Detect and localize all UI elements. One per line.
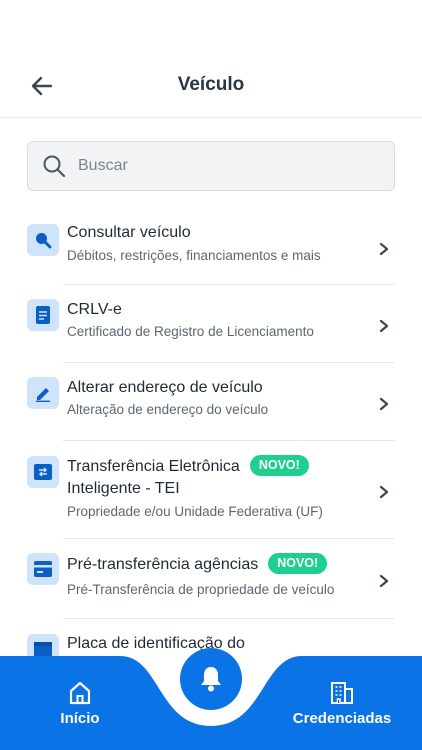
app-header: Veículo <box>0 0 422 118</box>
card-icon <box>34 561 52 577</box>
item-subtitle: Alteração de endereço do veículo <box>67 402 269 417</box>
item-title: Consultar veículo <box>67 224 191 241</box>
chevron-right-icon <box>379 574 389 588</box>
chevron-right-icon <box>379 319 389 333</box>
chevron-right-icon <box>379 397 389 411</box>
item-subtitle: Propriedade e/ou Unidade Federativa (UF) <box>67 504 323 519</box>
nav-credenciadas[interactable]: Credenciadas <box>282 656 402 727</box>
notifications-button[interactable] <box>180 648 242 710</box>
item-title: CRLV-e <box>67 301 122 318</box>
bell-icon <box>201 667 221 692</box>
new-badge: NOVO! <box>249 455 309 476</box>
transfer-icon <box>34 464 52 480</box>
item-title-line1: Transferência Eletrônica <box>67 458 240 475</box>
item-icon-box <box>27 553 59 585</box>
item-subtitle: Pré-Transferência de propriedade de veíc… <box>67 582 335 597</box>
item-title-line2: Inteligente - TEI <box>67 480 180 497</box>
nav-home-label: Início <box>60 710 100 727</box>
list-item-transferencia-tei[interactable]: Transferência Eletrônica NOVO! Inteligent… <box>0 441 422 539</box>
search-input[interactable] <box>78 157 378 175</box>
item-title: Transferência Eletrônica NOVO! Inteligent… <box>67 455 309 500</box>
edit-icon <box>36 388 50 402</box>
item-title-text: Pré-transferência agências <box>67 556 259 573</box>
item-icon-box <box>27 224 59 256</box>
item-icon-box <box>27 377 59 409</box>
nav-home[interactable]: Início <box>40 656 120 727</box>
list-item-crlv-e[interactable]: CRLV-e Certificado de Registro de Licenc… <box>0 285 422 363</box>
item-title: Alterar endereço de veículo <box>67 379 263 396</box>
chevron-right-icon <box>379 242 389 256</box>
new-badge: NOVO! <box>268 553 328 574</box>
search-box[interactable] <box>27 141 395 191</box>
nav-credenciadas-label: Credenciadas <box>292 710 392 727</box>
list-item-consultar-veiculo[interactable]: Consultar veículo Débitos, restrições, f… <box>0 208 422 285</box>
page-title: Veículo <box>177 74 245 95</box>
item-icon-box <box>27 299 59 331</box>
list-item-pre-transferencia[interactable]: Pré-transferência agências NOVO! Pré-Tran… <box>0 539 422 619</box>
service-list: Consultar veículo Débitos, restrições, f… <box>0 208 422 689</box>
chevron-right-icon <box>379 485 389 499</box>
item-subtitle: Débitos, restrições, financiamentos e ma… <box>67 248 321 263</box>
document-icon <box>36 306 50 324</box>
item-subtitle: Certificado de Registro de Licenciamento <box>67 324 314 339</box>
building-icon <box>331 682 353 704</box>
home-icon <box>69 681 91 705</box>
search-icon <box>36 233 52 249</box>
item-icon-box <box>27 456 59 488</box>
list-item-alterar-endereco[interactable]: Alterar endereço de veículo Alteração de… <box>0 363 422 441</box>
search-icon <box>43 155 66 178</box>
item-title: Pré-transferência agências NOVO! <box>67 553 328 576</box>
